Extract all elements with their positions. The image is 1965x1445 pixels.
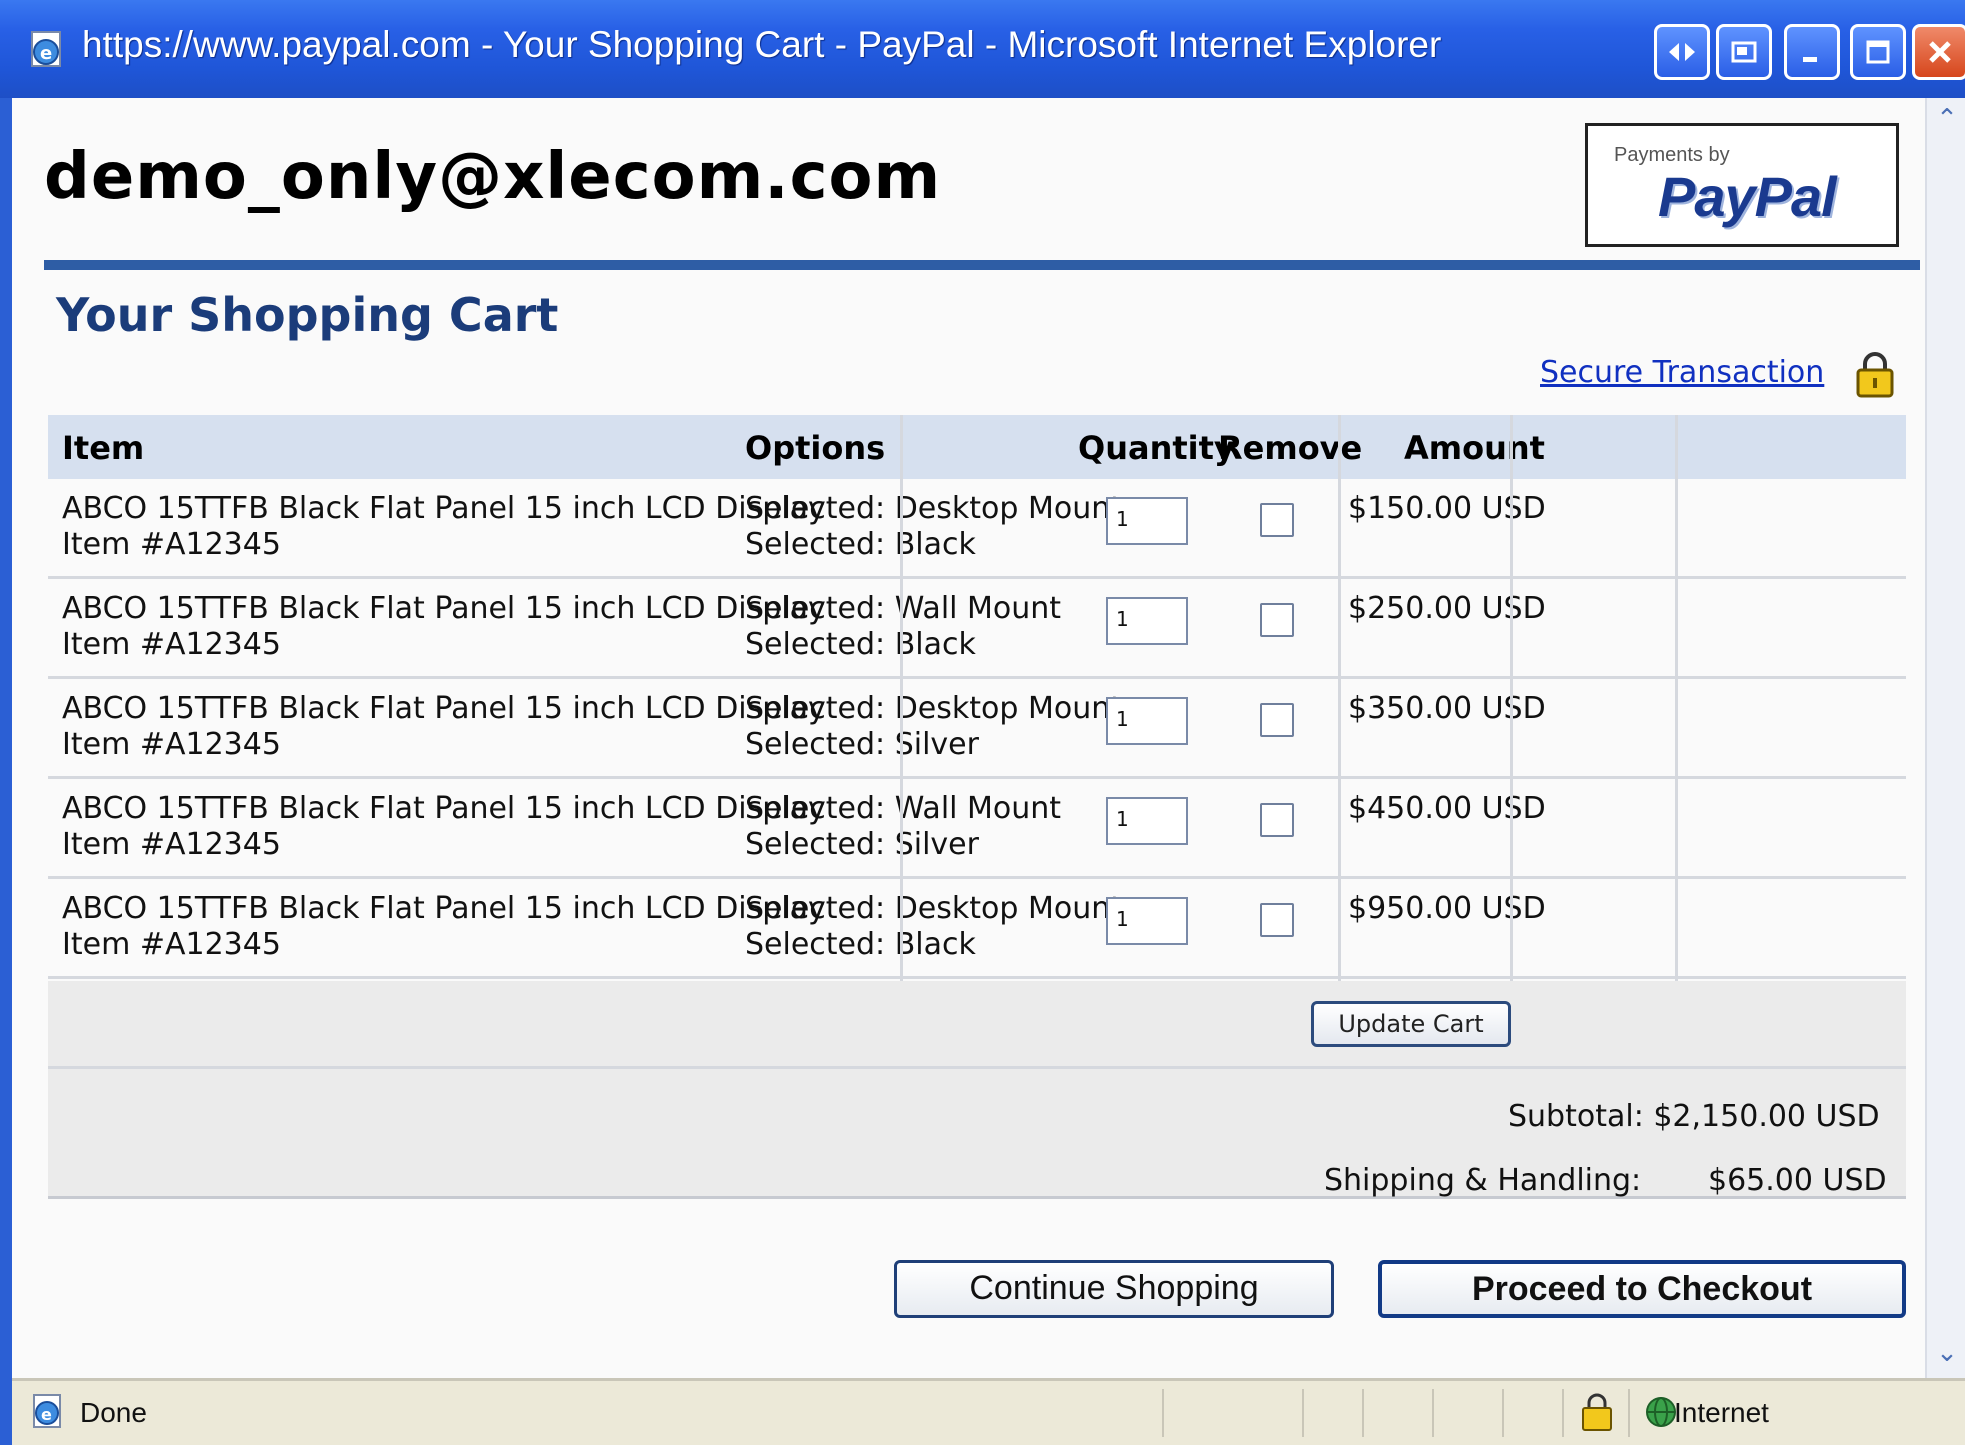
item-amount: $450.00 USD [1348, 791, 1546, 826]
item-amount: $950.00 USD [1348, 891, 1546, 926]
option-mount: Selected: Desktop Mount [745, 891, 1122, 926]
option-mount: Selected: Desktop Mount [745, 491, 1122, 526]
item-amount: $150.00 USD [1348, 491, 1546, 526]
item-number: Item #A12345 [62, 627, 281, 662]
option-mount: Selected: Desktop Mount [745, 691, 1122, 726]
status-text: Done [80, 1397, 147, 1428]
option-color: Selected: Black [745, 927, 976, 962]
item-name: ABCO 15TTFB Black Flat Panel 15 inch LCD… [62, 691, 826, 726]
merchant-email: demo_only@xlecom.com [44, 140, 942, 214]
item-number: Item #A12345 [62, 527, 281, 562]
item-name: ABCO 15TTFB Black Flat Panel 15 inch LCD… [62, 591, 826, 626]
back-forward-icon[interactable] [1654, 24, 1710, 80]
option-color: Selected: Silver [745, 827, 979, 862]
ie-page-icon: e [33, 1394, 61, 1428]
option-color: Selected: Black [745, 627, 976, 662]
status-divider [1628, 1389, 1630, 1437]
item-number: Item #A12345 [62, 727, 281, 762]
item-name: ABCO 15TTFB Black Flat Panel 15 inch LCD… [62, 491, 826, 526]
paypal-logo: Payments by PayPal [1585, 123, 1899, 247]
option-mount: Selected: Wall Mount [745, 791, 1062, 826]
shipping-label: Shipping & Handling: [1324, 1163, 1642, 1198]
status-divider [1362, 1389, 1364, 1437]
remove-checkbox[interactable] [1260, 703, 1294, 737]
ie-page-icon: e [31, 31, 61, 67]
item-number: Item #A12345 [62, 827, 281, 862]
column-divider [1510, 415, 1513, 981]
status-divider [1502, 1389, 1504, 1437]
table-header: Item Options Quantity Remove Amount [48, 415, 1906, 479]
col-item-header: Item [62, 429, 145, 467]
close-button[interactable] [1912, 24, 1965, 80]
lock-icon [1856, 352, 1894, 398]
remove-checkbox[interactable] [1260, 903, 1294, 937]
table-row: ABCO 15TTFB Black Flat Panel 15 inch LCD… [48, 679, 1906, 779]
security-zone: Internet [1674, 1397, 1769, 1428]
item-name: ABCO 15TTFB Black Flat Panel 15 inch LCD… [62, 791, 826, 826]
option-color: Selected: Silver [745, 727, 979, 762]
status-divider [1162, 1389, 1164, 1437]
page-title: Your Shopping Cart [56, 288, 559, 342]
update-row: Update Cart [48, 981, 1906, 1069]
col-quantity-header: Quantity [1078, 429, 1235, 467]
scroll-up-icon[interactable]: ⌃ [1931, 102, 1963, 136]
item-number: Item #A12345 [62, 927, 281, 962]
col-options-header: Options [745, 429, 886, 467]
status-bar: e Done Internet [12, 1378, 1965, 1445]
table-row: ABCO 15TTFB Black Flat Panel 15 inch LCD… [48, 479, 1906, 579]
quantity-input[interactable]: 1 [1106, 697, 1188, 745]
totals-section: Subtotal: $2,150.00 USD Shipping & Handl… [48, 1069, 1906, 1199]
column-divider [1338, 415, 1341, 981]
table-row: ABCO 15TTFB Black Flat Panel 15 inch LCD… [48, 579, 1906, 679]
subtotal: Subtotal: $2,150.00 USD [1508, 1099, 1880, 1134]
quantity-input[interactable]: 1 [1106, 897, 1188, 945]
remove-checkbox[interactable] [1260, 803, 1294, 837]
logo-brand: PayPal [1658, 165, 1837, 228]
scroll-down-icon[interactable]: ⌄ [1931, 1336, 1963, 1370]
shipping-value: $65.00 USD [1708, 1163, 1887, 1198]
maximize-button[interactable] [1850, 24, 1906, 80]
option-mount: Selected: Wall Mount [745, 591, 1062, 626]
status-divider [1302, 1389, 1304, 1437]
option-color: Selected: Black [745, 527, 976, 562]
remove-checkbox[interactable] [1260, 603, 1294, 637]
col-amount-header: Amount [1404, 429, 1545, 467]
continue-shopping-button[interactable]: Continue Shopping [894, 1260, 1334, 1318]
status-divider [1562, 1389, 1564, 1437]
item-name: ABCO 15TTFB Black Flat Panel 15 inch LCD… [62, 891, 826, 926]
secure-lock-icon [1582, 1393, 1612, 1431]
svg-text:e: e [41, 1405, 52, 1424]
proceed-to-checkout-button[interactable]: Proceed to Checkout [1378, 1260, 1906, 1318]
table-row: ABCO 15TTFB Black Flat Panel 15 inch LCD… [48, 779, 1906, 879]
update-cart-button[interactable]: Update Cart [1311, 1001, 1511, 1047]
table-row: ABCO 15TTFB Black Flat Panel 15 inch LCD… [48, 879, 1906, 979]
title-bar[interactable]: e https://www.paypal.com - Your Shopping… [0, 0, 1965, 98]
quantity-input[interactable]: 1 [1106, 597, 1188, 645]
secure-transaction-link[interactable]: Secure Transaction [1540, 355, 1824, 390]
restore-view-icon[interactable] [1716, 24, 1772, 80]
item-amount: $250.00 USD [1348, 591, 1546, 626]
svg-text:e: e [40, 43, 52, 64]
status-divider [1432, 1389, 1434, 1437]
browser-window: e https://www.paypal.com - Your Shopping… [0, 0, 1965, 1445]
column-divider [900, 415, 903, 981]
header-divider [44, 260, 1920, 270]
quantity-input[interactable]: 1 [1106, 797, 1188, 845]
item-amount: $350.00 USD [1348, 691, 1546, 726]
window-title: https://www.paypal.com - Your Shopping C… [82, 24, 1442, 65]
minimize-button[interactable] [1784, 24, 1840, 80]
quantity-input[interactable]: 1 [1106, 497, 1188, 545]
column-divider [1675, 415, 1678, 981]
vertical-scrollbar[interactable]: ⌃ ⌄ [1925, 98, 1965, 1378]
remove-checkbox[interactable] [1260, 503, 1294, 537]
internet-zone-icon [1646, 1397, 1676, 1427]
